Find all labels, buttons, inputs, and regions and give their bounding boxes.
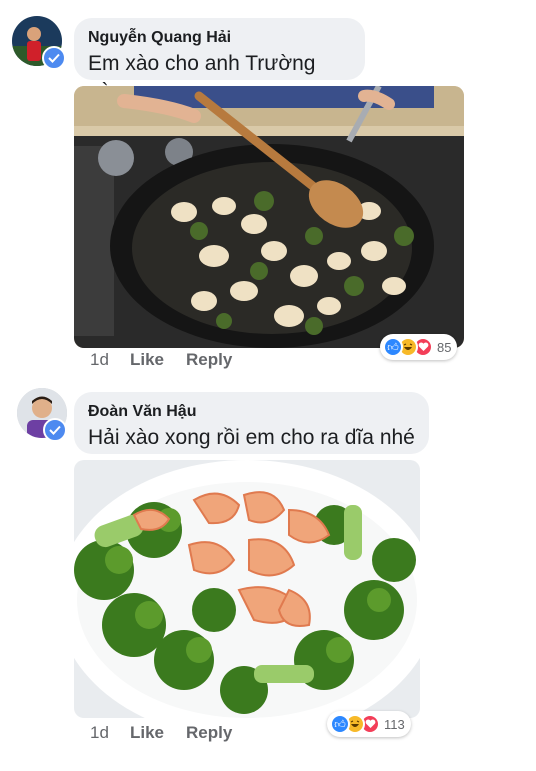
comment-timestamp[interactable]: 1d [90, 350, 130, 370]
comment-bubble: Nguyễn Quang Hải Em xào cho anh Trường n… [74, 18, 365, 103]
reply-button[interactable]: Reply [186, 350, 232, 370]
comment-author[interactable]: Nguyễn Quang Hải [88, 28, 351, 48]
verified-badge-icon [43, 418, 67, 442]
comment-actions: 1d Like Reply [90, 723, 232, 743]
reaction-count: 85 [437, 339, 452, 355]
comment-bubble: Đoàn Văn Hậu Hải xào xong rồi em cho ra … [74, 392, 429, 454]
comment-2: Đoàn Văn Hậu Hải xào xong rồi em cho ra … [0, 380, 536, 771]
reply-button[interactable]: Reply [186, 723, 232, 743]
like-reaction-icon: 👍︎ [383, 337, 403, 357]
comment-actions: 1d Like Reply [90, 350, 232, 370]
comment-author[interactable]: Đoàn Văn Hậu [88, 402, 415, 422]
reaction-count: 113 [384, 716, 405, 732]
comment-1: Nguyễn Quang Hải Em xào cho anh Trường n… [0, 0, 536, 380]
plated-shrimp-broccoli-image [74, 460, 420, 718]
reaction-summary[interactable]: 👍︎ 85 [380, 334, 458, 360]
reaction-summary[interactable]: 👍︎ 113 [327, 711, 411, 737]
comment-photo[interactable] [74, 460, 420, 718]
like-button[interactable]: Like [130, 723, 186, 743]
verified-badge-icon [42, 46, 66, 70]
comment-text: Hải xào xong rồi em cho ra dĩa nhé [88, 426, 415, 449]
frying-pan-shrimp-image [74, 86, 464, 348]
comment-timestamp[interactable]: 1d [90, 723, 130, 743]
like-button[interactable]: Like [130, 350, 186, 370]
comment-photo[interactable] [74, 86, 464, 348]
like-reaction-icon: 👍︎ [330, 714, 350, 734]
